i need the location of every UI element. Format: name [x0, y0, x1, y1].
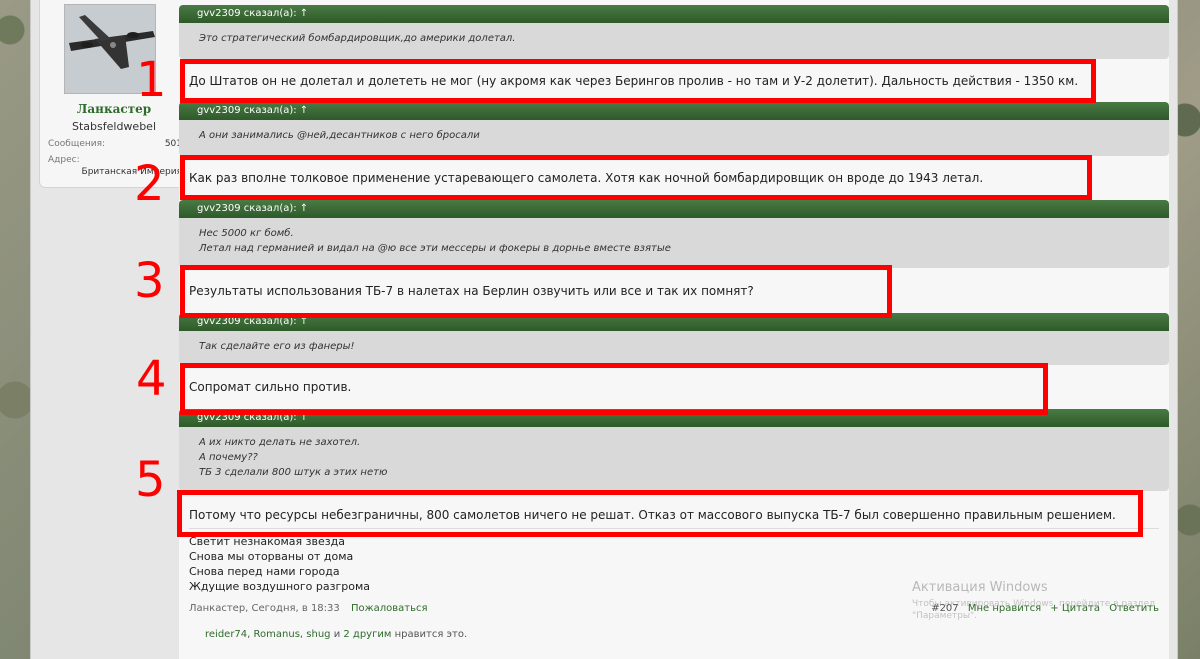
liker-link[interactable]: reider74 [205, 629, 247, 640]
quote-header[interactable]: gvv2309 сказал(а): ↑ [179, 5, 1169, 23]
likes-conjunction: и [333, 629, 341, 640]
quote-author[interactable]: gvv2309 сказал(а): ↑ [197, 203, 308, 214]
quote-line: А их никто делать не захотел. [199, 437, 361, 448]
address-label: Адрес: [48, 155, 80, 165]
signature-line: Снова перед нами города [189, 565, 340, 578]
annotation-box [180, 155, 1092, 200]
report-link[interactable]: Пожаловаться [351, 603, 428, 614]
quote-header[interactable]: gvv2309 сказал(а): ↑ [179, 200, 1169, 218]
annotation-number: 2 [134, 156, 165, 212]
user-rank: Stabsfeldwebel [72, 120, 156, 133]
annotation-box [180, 265, 892, 318]
annotation-number: 4 [136, 351, 167, 407]
annotation-box [180, 363, 1048, 415]
posts-label: Сообщения: [48, 139, 106, 149]
quote-body: Это стратегический бомбардировщик,до аме… [179, 23, 1169, 59]
quote-line: ТБ 3 сделали 800 штук а этих нетю [199, 467, 388, 478]
windows-activation-title: Активация Windows [912, 580, 1048, 595]
signature-line: Снова мы оторваны от дома [189, 550, 354, 563]
annotation-box [180, 59, 1096, 103]
quote-body: Нес 5000 кг бомб. Летал над германией и … [179, 218, 1169, 268]
quote-author[interactable]: gvv2309 сказал(а): ↑ [197, 8, 308, 19]
reply-button[interactable]: Ответить [1109, 603, 1159, 614]
likes-summary: reider74, Romanus, shug и 2 другим нрави… [205, 629, 468, 640]
quote-body: А они занимались @ней,десантников с него… [179, 120, 1169, 156]
quote-line: Летал над германией и видал на @ю все эт… [199, 243, 671, 254]
quote-line: А почему?? [199, 452, 258, 463]
liker-link[interactable]: shug [306, 629, 330, 640]
liker-link[interactable]: Romanus [254, 629, 300, 640]
post-actions: #207 Мне нравится + Цитата Ответить [925, 603, 1159, 614]
annotation-box [177, 490, 1143, 537]
quote-body: А их никто делать не захотел. А почему??… [179, 427, 1169, 491]
annotation-number: 3 [134, 253, 165, 309]
likes-suffix: нравится это. [394, 629, 468, 640]
likes-others-link[interactable]: 2 другим [343, 629, 391, 640]
post-author-time[interactable]: Ланкастер, Сегодня, в 18:33 [189, 603, 340, 614]
annotation-number: 1 [136, 52, 167, 108]
quote-author[interactable]: gvv2309 сказал(а): ↑ [197, 105, 308, 116]
signature-line: Ждущие воздушного разгрома [189, 580, 371, 593]
quote-line: Нес 5000 кг бомб. [199, 228, 294, 239]
post-meta: Ланкастер, Сегодня, в 18:33 Пожаловаться [189, 603, 428, 614]
quote-line: Так сделайте его из фанеры! [199, 341, 355, 352]
like-button[interactable]: Мне нравится [968, 603, 1041, 614]
quote-line: А они занимались @ней,десантников с него… [199, 130, 480, 141]
address-value: Британская Империя [81, 167, 182, 177]
annotation-number: 5 [135, 452, 166, 508]
quote-body: Так сделайте его из фанеры! [179, 331, 1169, 365]
quote-button[interactable]: + Цитата [1050, 603, 1100, 614]
quote-line: Это стратегический бомбардировщик,до аме… [199, 33, 516, 44]
post-number-link[interactable]: #207 [931, 603, 958, 614]
quote-header[interactable]: gvv2309 сказал(а): ↑ [179, 102, 1169, 120]
